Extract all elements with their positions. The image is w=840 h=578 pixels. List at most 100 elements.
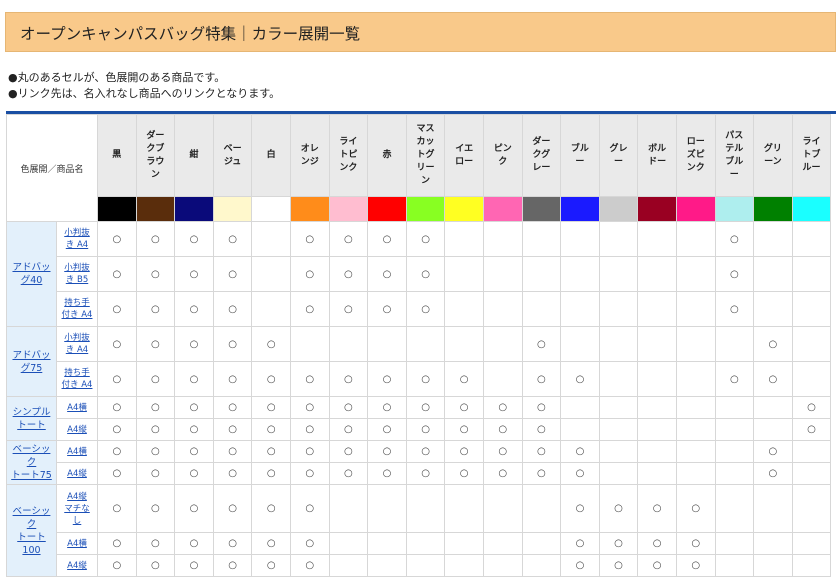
label-line: ー bbox=[575, 156, 585, 167]
label-line: ク bbox=[26, 457, 37, 468]
availability-cell bbox=[637, 256, 677, 292]
label-line: ベー bbox=[223, 143, 242, 154]
variant-link[interactable]: 小判抜き A4 bbox=[64, 228, 90, 250]
availability-cell: ○ bbox=[212, 484, 253, 533]
availability-mark: ○ bbox=[305, 402, 315, 413]
availability-cell bbox=[675, 440, 716, 463]
availability-cell bbox=[714, 462, 755, 485]
availability-cell bbox=[714, 532, 755, 555]
availability-cell: ○ bbox=[405, 221, 446, 257]
availability-cell bbox=[560, 418, 600, 441]
availability-cell bbox=[328, 484, 369, 533]
availability-cell: ○ bbox=[97, 440, 137, 463]
availability-mark: ○ bbox=[151, 303, 160, 315]
corner-label: 色展開／商品名 bbox=[20, 164, 84, 175]
label-line: 小判抜 bbox=[64, 333, 90, 343]
availability-mark: ○ bbox=[112, 560, 122, 571]
label-line: トピ bbox=[339, 150, 358, 160]
availability-mark: ○ bbox=[575, 560, 585, 571]
label-line: ボル bbox=[648, 143, 667, 154]
label-line: A4縦 bbox=[67, 424, 87, 435]
product-group-link[interactable]: ベーシックトート75 bbox=[11, 444, 52, 481]
availability-mark: ○ bbox=[344, 468, 353, 479]
availability-mark: ○ bbox=[421, 373, 430, 385]
variant-cell: A4縦 マチなし bbox=[55, 484, 99, 533]
availability-mark: ○ bbox=[807, 424, 816, 435]
availability-cell: ○ bbox=[251, 484, 291, 533]
variant-cell: A4横 bbox=[55, 440, 99, 463]
availability-cell bbox=[328, 326, 369, 362]
availability-cell bbox=[791, 326, 832, 362]
label-line: ー bbox=[614, 156, 624, 167]
availability-mark: ○ bbox=[151, 538, 160, 549]
variant-link[interactable]: A4横 bbox=[67, 403, 87, 413]
availability-cell bbox=[598, 361, 639, 397]
availability-mark: ○ bbox=[151, 338, 160, 350]
availability-mark: ○ bbox=[729, 303, 739, 315]
availability-mark: ○ bbox=[189, 402, 199, 413]
availability-cell bbox=[405, 484, 446, 533]
label-line: ロー bbox=[686, 137, 705, 147]
availability-cell: ○ bbox=[289, 440, 330, 463]
product-group-link[interactable]: ベーシックトート 100 bbox=[13, 506, 51, 556]
variant-link[interactable]: A4横 bbox=[67, 539, 87, 549]
availability-mark: ○ bbox=[344, 402, 353, 413]
availability-mark: ○ bbox=[536, 373, 546, 385]
label-line: パス bbox=[725, 130, 744, 141]
availability-cell: ○ bbox=[174, 554, 214, 577]
availability-cell: ○ bbox=[560, 484, 600, 533]
variant-link[interactable]: A4縦 bbox=[67, 469, 87, 479]
label-line: A4横 bbox=[67, 402, 87, 413]
availability-cell bbox=[521, 484, 562, 533]
color-swatch bbox=[97, 196, 137, 222]
availability-mark: ○ bbox=[536, 468, 546, 479]
availability-cell: ○ bbox=[97, 418, 137, 441]
availability-cell bbox=[482, 361, 523, 397]
product-group-link[interactable]: アドバッ グ75 bbox=[12, 350, 50, 374]
color-swatch bbox=[482, 196, 523, 222]
variant-link[interactable]: A4横 bbox=[67, 447, 87, 457]
availability-cell: ○ bbox=[444, 396, 484, 419]
color-header: 白 bbox=[251, 114, 291, 197]
color-swatch bbox=[405, 196, 446, 222]
availability-cell bbox=[482, 554, 523, 577]
color-swatch bbox=[212, 196, 253, 222]
availability-cell: ○ bbox=[135, 532, 176, 555]
variant-link[interactable]: A4縦 マチなし bbox=[64, 492, 90, 526]
availability-cell: ○ bbox=[328, 361, 369, 397]
availability-mark: ○ bbox=[344, 373, 353, 385]
availability-cell bbox=[637, 396, 677, 419]
availability-cell bbox=[598, 326, 639, 362]
header-row: 色展開／商品名黒ダー クブ ラウン紺ベー ジュ白オレ ンジ ライ トピ ンク赤マス カッ トグ リー… bbox=[5, 114, 832, 222]
availability-mark: ○ bbox=[614, 538, 623, 549]
table-row: アドバッ グ75 小判抜き A4 ○ ○ ○ ○ ○ ○ ○ bbox=[6, 326, 832, 397]
availability-mark: ○ bbox=[421, 303, 430, 315]
variant-link[interactable]: A4縦 bbox=[67, 425, 87, 435]
availability-mark: ○ bbox=[305, 538, 315, 549]
product-group-link[interactable]: シンプル トート bbox=[13, 407, 51, 431]
variant-link[interactable]: 小判抜き A4 bbox=[64, 333, 90, 355]
availability-mark: ○ bbox=[382, 268, 392, 280]
availability-cell: ○ bbox=[598, 484, 639, 533]
availability-cell: ○ bbox=[482, 462, 523, 485]
label-line: ベーシッ bbox=[12, 444, 51, 455]
availability-cell: ○ bbox=[97, 326, 137, 362]
availability-cell: ○ bbox=[135, 291, 176, 327]
color-swatch bbox=[791, 196, 832, 222]
label-line: グ40 bbox=[20, 275, 43, 286]
variant-link[interactable]: A4縦 bbox=[67, 561, 87, 571]
variant-link[interactable]: 持ち手 付き A4 bbox=[62, 368, 93, 390]
availability-mark: ○ bbox=[228, 503, 237, 514]
availability-mark: ○ bbox=[729, 373, 739, 385]
variant-link[interactable]: 持ち手 付き A4 bbox=[62, 298, 93, 320]
availability-cell: ○ bbox=[212, 291, 253, 327]
variant-link[interactable]: 小判抜き B5 bbox=[64, 263, 90, 285]
product-group-link[interactable]: アドバッ グ40 bbox=[12, 262, 50, 286]
label-line: ー bbox=[729, 169, 739, 180]
availability-cell bbox=[444, 554, 484, 577]
product-group-cell: アドバッ グ40 bbox=[6, 221, 57, 327]
availability-cell: ○ bbox=[675, 484, 716, 533]
color-swatch bbox=[135, 196, 176, 222]
availability-cell: ○ bbox=[212, 532, 253, 555]
availability-mark: ○ bbox=[305, 233, 315, 245]
